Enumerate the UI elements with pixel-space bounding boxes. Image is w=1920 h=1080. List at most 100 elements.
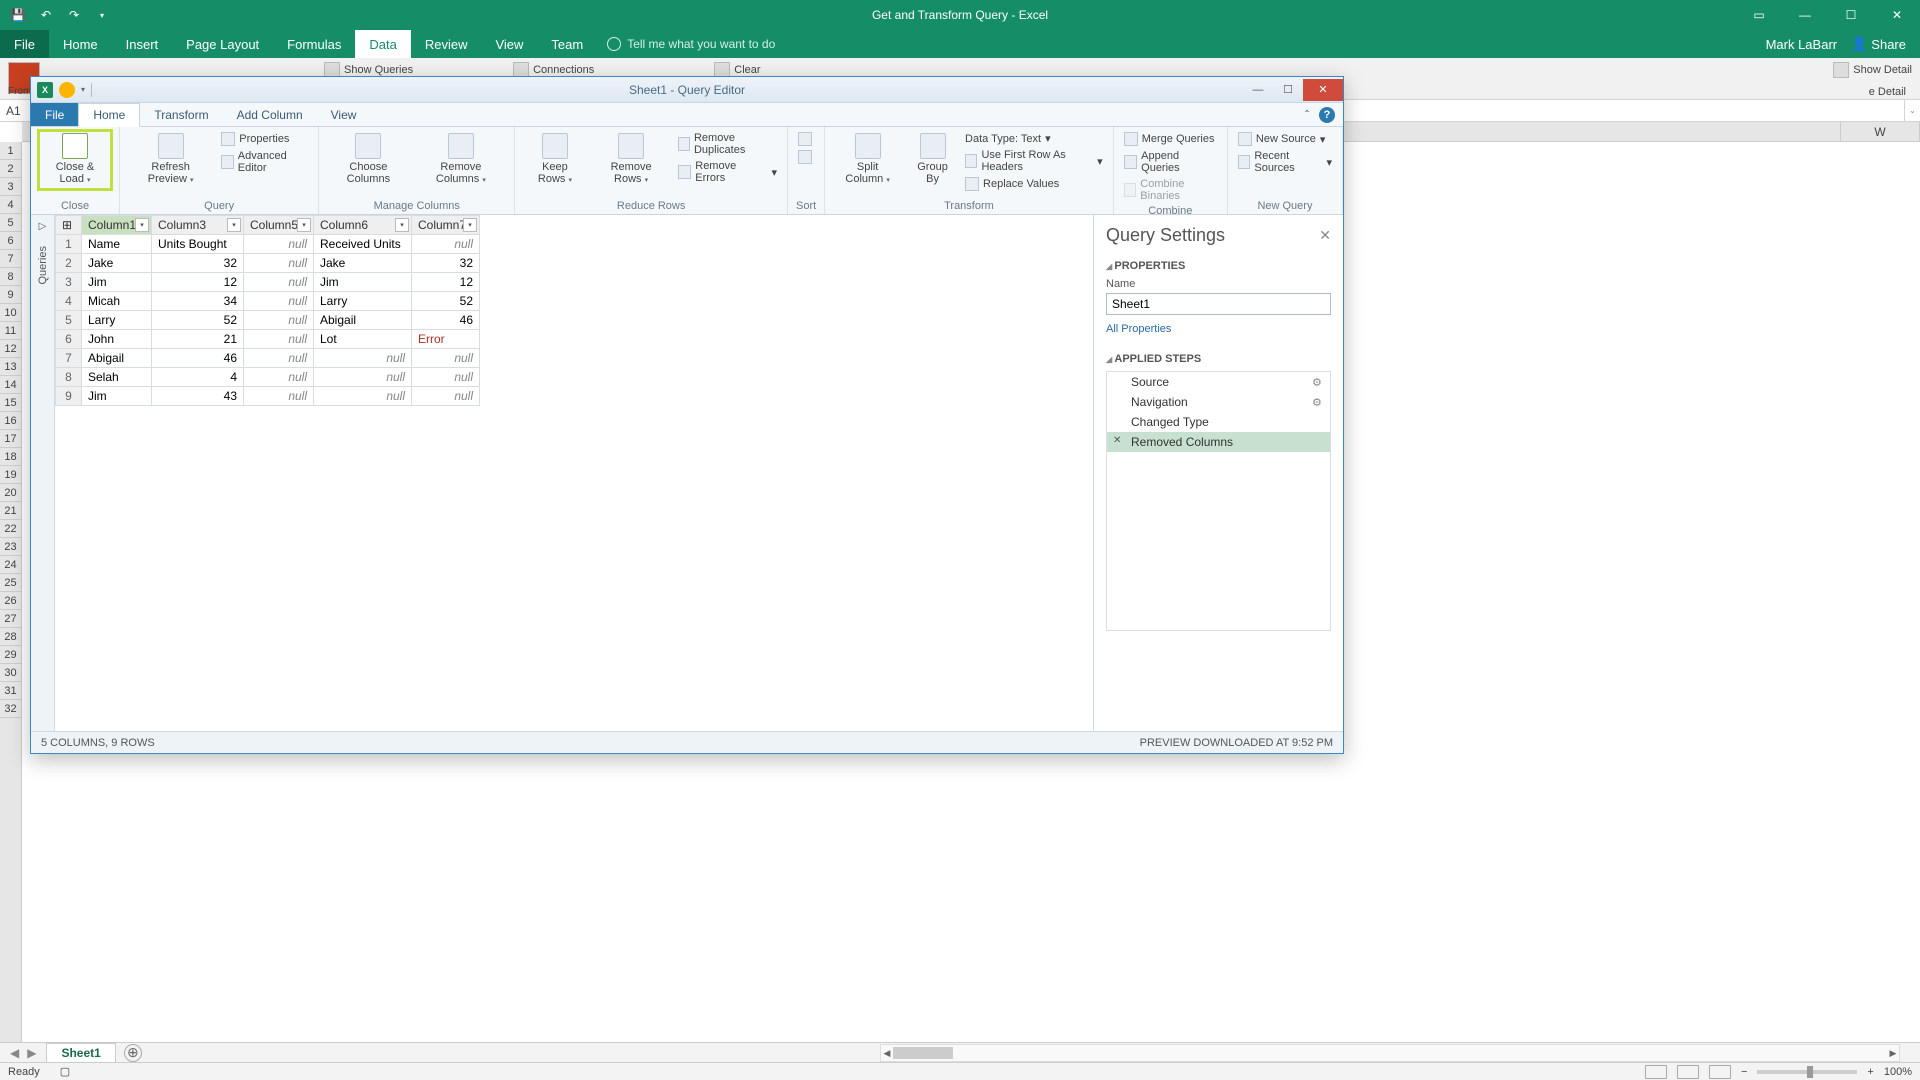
qe-tab-home[interactable]: Home: [78, 103, 140, 127]
row-header[interactable]: 1: [0, 142, 21, 160]
group-by-button[interactable]: Group By: [908, 131, 957, 187]
cell[interactable]: John: [82, 330, 152, 349]
cell[interactable]: 52: [152, 311, 244, 330]
qe-data-grid[interactable]: ⊞Column1▾Column3▾Column5▾Column6▾Column7…: [55, 215, 1093, 731]
col-header-w[interactable]: W: [1840, 122, 1920, 142]
row-header[interactable]: 21: [0, 502, 21, 520]
ribbon-display-icon[interactable]: ▭: [1736, 0, 1782, 30]
cell[interactable]: Units Bought: [152, 235, 244, 254]
remove-rows-button[interactable]: Remove Rows ▾: [593, 131, 670, 189]
remove-errors-button[interactable]: Remove Errors ▾: [676, 159, 780, 185]
column-filter-icon[interactable]: ▾: [227, 218, 241, 232]
maximize-icon[interactable]: ☐: [1828, 0, 1874, 30]
table-row[interactable]: 5Larry52nullAbigail46: [56, 311, 480, 330]
qe-tab-file[interactable]: File: [31, 103, 78, 126]
cell[interactable]: null: [244, 254, 314, 273]
cell[interactable]: Lot: [314, 330, 412, 349]
table-row[interactable]: 6John21nullLotError: [56, 330, 480, 349]
column-filter-icon[interactable]: ▾: [395, 218, 409, 232]
cell[interactable]: null: [244, 311, 314, 330]
cell[interactable]: 34: [152, 292, 244, 311]
cell[interactable]: null: [244, 330, 314, 349]
scroll-left-icon[interactable]: ◀: [881, 1045, 893, 1061]
cell[interactable]: 12: [412, 273, 480, 292]
cell[interactable]: Jim: [82, 387, 152, 406]
row-number[interactable]: 8: [56, 368, 82, 387]
row-header[interactable]: 30: [0, 664, 21, 682]
page-break-view-icon[interactable]: [1709, 1065, 1731, 1079]
table-row[interactable]: 4Micah34nullLarry52: [56, 292, 480, 311]
row-header[interactable]: 25: [0, 574, 21, 592]
table-row[interactable]: 9Jim43nullnullnull: [56, 387, 480, 406]
cell[interactable]: 32: [152, 254, 244, 273]
close-icon[interactable]: ✕: [1874, 0, 1920, 30]
column-filter-icon[interactable]: ▾: [297, 218, 311, 232]
remove-duplicates-button[interactable]: Remove Duplicates: [676, 131, 780, 157]
help-icon[interactable]: ?: [1319, 107, 1335, 123]
row-header[interactable]: 23: [0, 538, 21, 556]
column-header-column7[interactable]: Column7▾: [412, 216, 480, 235]
column-header-column3[interactable]: Column3▾: [152, 216, 244, 235]
row-header[interactable]: 18: [0, 448, 21, 466]
normal-view-icon[interactable]: [1645, 1065, 1667, 1079]
applied-steps-header[interactable]: APPLIED STEPS: [1106, 353, 1331, 365]
row-header[interactable]: 19: [0, 466, 21, 484]
qe-tab-view[interactable]: View: [317, 103, 371, 126]
qe-maximize-icon[interactable]: ☐: [1273, 79, 1303, 101]
cell[interactable]: Abigail: [314, 311, 412, 330]
feedback-smiley-icon[interactable]: [59, 82, 75, 98]
replace-values-button[interactable]: Replace Values: [963, 176, 1105, 192]
close-settings-icon[interactable]: ✕: [1319, 227, 1331, 244]
qe-titlebar[interactable]: X ▾ Sheet1 - Query Editor — ☐ ✕: [31, 77, 1343, 103]
row-header[interactable]: 11: [0, 322, 21, 340]
tab-home[interactable]: Home: [49, 30, 112, 58]
applied-step[interactable]: Removed Columns: [1107, 432, 1330, 452]
row-header[interactable]: 4: [0, 196, 21, 214]
column-filter-icon[interactable]: ▾: [463, 218, 477, 232]
cell[interactable]: 32: [412, 254, 480, 273]
table-corner-icon[interactable]: ⊞: [56, 216, 82, 235]
row-header[interactable]: 12: [0, 340, 21, 358]
collapse-ribbon-icon[interactable]: ˆ: [1305, 108, 1309, 122]
row-header[interactable]: 16: [0, 412, 21, 430]
step-settings-icon[interactable]: ⚙: [1312, 376, 1324, 388]
add-sheet-button[interactable]: ⊕: [124, 1044, 142, 1062]
recent-sources-button[interactable]: Recent Sources ▾: [1236, 149, 1334, 175]
cell[interactable]: null: [244, 292, 314, 311]
data-type-button[interactable]: Data Type: Text ▾: [963, 131, 1105, 146]
row-header[interactable]: 14: [0, 376, 21, 394]
minimize-icon[interactable]: —: [1782, 0, 1828, 30]
clear-label[interactable]: Clear: [734, 64, 760, 76]
table-row[interactable]: 8Selah4nullnullnull: [56, 368, 480, 387]
sort-asc-button[interactable]: [796, 131, 814, 147]
row-header[interactable]: 10: [0, 304, 21, 322]
column-header-column1[interactable]: Column1▾: [82, 216, 152, 235]
remove-columns-button[interactable]: Remove Columns ▾: [416, 131, 507, 189]
cell[interactable]: Abigail: [82, 349, 152, 368]
applied-step[interactable]: Source⚙: [1107, 372, 1330, 392]
row-header[interactable]: 32: [0, 700, 21, 718]
cell[interactable]: null: [244, 368, 314, 387]
row-number[interactable]: 9: [56, 387, 82, 406]
row-header[interactable]: 29: [0, 646, 21, 664]
cell[interactable]: null: [244, 349, 314, 368]
row-number[interactable]: 2: [56, 254, 82, 273]
table-row[interactable]: 2Jake32nullJake32: [56, 254, 480, 273]
row-header[interactable]: 24: [0, 556, 21, 574]
cell[interactable]: 43: [152, 387, 244, 406]
cell[interactable]: Selah: [82, 368, 152, 387]
row-header[interactable]: 7: [0, 250, 21, 268]
cell[interactable]: null: [314, 368, 412, 387]
expand-queries-icon[interactable]: ▷: [39, 221, 47, 232]
show-detail-icon[interactable]: [1833, 62, 1849, 78]
share-button[interactable]: 👤 Share: [1851, 36, 1906, 52]
cell[interactable]: Jim: [314, 273, 412, 292]
page-layout-view-icon[interactable]: [1677, 1065, 1699, 1079]
sheet-tab-sheet1[interactable]: Sheet1: [46, 1043, 115, 1062]
properties-section-header[interactable]: PROPERTIES: [1106, 260, 1331, 272]
cell[interactable]: Jake: [82, 254, 152, 273]
zoom-out-icon[interactable]: −: [1741, 1066, 1747, 1078]
row-header[interactable]: 20: [0, 484, 21, 502]
qe-tab-add-column[interactable]: Add Column: [223, 103, 317, 126]
cell[interactable]: Jim: [82, 273, 152, 292]
